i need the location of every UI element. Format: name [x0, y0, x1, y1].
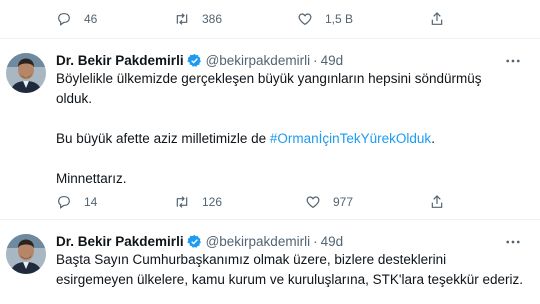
tweet-timestamp[interactable]: 49d — [321, 234, 344, 249]
tweet-action-bar: 14 126 977 — [0, 189, 540, 215]
tweet-card[interactable]: Dr. Bekir Pakdemirli @bekirpakdemirli · … — [0, 220, 540, 304]
like-button[interactable]: 1,5 B — [297, 6, 353, 32]
avatar[interactable] — [6, 53, 46, 93]
retweet-icon — [176, 13, 188, 25]
tweet-action-bar: 46 386 1,5 B — [0, 6, 540, 32]
heart-icon — [298, 13, 312, 26]
retweet-button[interactable]: 386 — [174, 6, 222, 32]
reply-button[interactable]: 46 — [56, 6, 97, 32]
like-count: 1,5 B — [325, 12, 354, 26]
verified-badge-icon — [186, 53, 201, 67]
tweet-card[interactable]: Dr. Bekir Pakdemirli @bekirpakdemirli · … — [0, 39, 540, 216]
profile-photo — [6, 53, 46, 93]
reply-icon — [58, 196, 70, 209]
tweet-text-line: Bu büyük afette aziz milletimizle de #Or… — [56, 129, 531, 149]
retweet-icon — [176, 196, 188, 208]
more-options-icon[interactable] — [504, 52, 522, 70]
like-button[interactable]: 977 — [305, 189, 353, 215]
separator-dot: · — [313, 233, 318, 249]
share-icon[interactable] — [429, 11, 445, 27]
like-count: 977 — [333, 195, 354, 209]
reply-count: 14 — [84, 195, 98, 209]
text-span: . — [431, 131, 435, 146]
reply-count: 46 — [84, 12, 98, 26]
retweet-count: 386 — [202, 12, 223, 26]
tweet-header: Dr. Bekir Pakdemirli @bekirpakdemirli · … — [56, 50, 343, 70]
user-handle[interactable]: @bekirpakdemirli — [206, 234, 311, 249]
tweet-timestamp[interactable]: 49d — [321, 53, 344, 68]
heart-icon — [306, 196, 320, 209]
hashtag-link[interactable]: #OrmanİçinTekYürekOlduk — [270, 131, 431, 146]
tweet-text-line: Böylelikle ülkemizde gerçekleşen büyük y… — [56, 71, 482, 86]
user-handle[interactable]: @bekirpakdemirli — [206, 53, 311, 68]
display-name[interactable]: Dr. Bekir Pakdemirli — [56, 234, 184, 249]
text-span: Bu büyük afette aziz milletimizle de — [56, 131, 270, 146]
separator-dot: · — [313, 52, 318, 68]
tweet-text: Böylelikle ülkemizde gerçekleşen büyük y… — [56, 69, 531, 189]
reply-icon — [58, 13, 70, 26]
display-name[interactable]: Dr. Bekir Pakdemirli — [56, 53, 184, 68]
tweet-text-line: olduk. — [56, 91, 93, 106]
timeline-feed: 46 386 1,5 B Dr. Bekir Pakdemirli @bekir… — [0, 0, 540, 304]
tweet-header: Dr. Bekir Pakdemirli @bekirpakdemirli · … — [56, 231, 343, 251]
retweet-button[interactable]: 126 — [174, 189, 222, 215]
tweet-text-line: Başta Sayın Cumhurbaşkanımız olmak üzere… — [56, 252, 447, 267]
tweet-text-line: Minnettarız. — [56, 171, 127, 186]
reply-button[interactable]: 14 — [56, 189, 97, 215]
profile-photo — [6, 234, 46, 274]
share-icon[interactable] — [429, 194, 445, 210]
retweet-count: 126 — [202, 195, 223, 209]
avatar[interactable] — [6, 234, 46, 274]
more-options-icon[interactable] — [504, 233, 522, 251]
tweet-text-line: esirgemeyen ülkelere, kamu kurum ve kuru… — [56, 272, 524, 287]
tweet-text: Başta Sayın Cumhurbaşkanımız olmak üzere… — [56, 250, 531, 290]
verified-badge-icon — [186, 234, 201, 248]
